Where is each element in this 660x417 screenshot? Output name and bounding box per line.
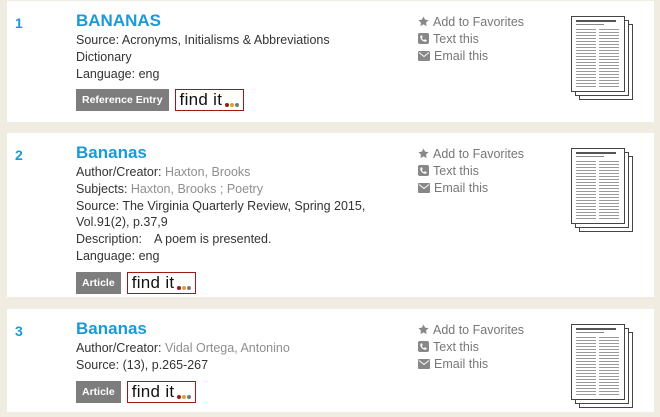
result-title-link[interactable]: BANANAS — [76, 11, 406, 31]
result-badges: Article find it — [76, 271, 406, 295]
author-link[interactable]: Vidal Ortega, Antonino — [165, 341, 290, 355]
envelope-icon — [418, 358, 430, 369]
resource-type-badge: Article — [76, 271, 121, 294]
author-link[interactable]: Haxton, Brooks — [165, 165, 250, 179]
email-this-label: Email this — [434, 356, 489, 371]
find-it-dots-icon — [176, 276, 192, 290]
phone-icon — [418, 33, 429, 44]
subjects-line: Subjects: Haxton, Brooks ; Poetry — [76, 181, 406, 198]
description-line: Description: A poem is presented. — [76, 231, 406, 248]
email-this-label: Email this — [434, 180, 489, 195]
source-line: Source: Acronyms, Initialisms & Abbrevia… — [76, 32, 406, 49]
find-it-button[interactable]: find it — [174, 89, 245, 112]
language-value: eng — [138, 248, 160, 263]
find-it-label: find it — [179, 90, 223, 110]
author-label: Author/Creator: — [76, 341, 162, 355]
text-this-label: Text this — [433, 163, 479, 178]
language-value: eng — [138, 66, 160, 81]
add-to-favorites-label: Add to Favorites — [433, 14, 525, 29]
resource-type-badge: Reference Entry — [76, 89, 169, 112]
result-card: 3 Bananas Author/Creator: Vidal Ortega, … — [7, 309, 654, 412]
text-this-link[interactable]: Text this — [418, 338, 524, 355]
source-line: Source: The Virginia Quarterly Review, S… — [76, 198, 406, 215]
add-to-favorites-label: Add to Favorites — [433, 146, 525, 161]
document-thumbnail-icon[interactable] — [571, 16, 633, 100]
text-this-label: Text this — [433, 31, 479, 46]
find-it-label: find it — [131, 272, 175, 292]
email-this-link[interactable]: Email this — [418, 355, 524, 372]
add-to-favorites-link[interactable]: Add to Favorites — [418, 321, 524, 338]
author-line: Author/Creator: Haxton, Brooks — [76, 164, 406, 181]
document-thumbnail-icon[interactable] — [571, 324, 633, 408]
find-it-button[interactable]: find it — [126, 380, 197, 403]
description-label: Description: — [76, 232, 142, 247]
star-icon — [418, 148, 429, 159]
subject-separator: ; — [219, 181, 224, 196]
source-line: Source: (13), p.265-267 — [76, 357, 406, 374]
phone-icon — [418, 165, 429, 176]
star-icon — [418, 324, 429, 335]
result-details: BANANAS Source: Acronyms, Initialisms & … — [76, 11, 406, 112]
author-label: Author/Creator: — [76, 165, 162, 179]
add-to-favorites-link[interactable]: Add to Favorites — [418, 13, 524, 30]
source-value: Acronyms, Initialisms & Abbreviations — [121, 33, 330, 47]
source-label: Source: — [76, 357, 120, 372]
result-actions: Add to Favorites Text this Email this — [418, 13, 524, 64]
find-it-dots-icon — [224, 93, 240, 108]
phone-icon — [418, 341, 429, 352]
document-thumbnail-icon[interactable] — [571, 148, 633, 232]
result-details: Bananas Author/Creator: Haxton, Brooks S… — [76, 143, 406, 295]
result-number: 1 — [15, 15, 23, 31]
result-badges: Reference Entry find it — [76, 88, 406, 112]
language-label: Language: — [76, 248, 136, 263]
source-value: The Virginia Quarterly Review, Spring 20… — [122, 198, 366, 213]
result-details: Bananas Author/Creator: Vidal Ortega, An… — [76, 319, 406, 404]
find-it-label: find it — [131, 381, 175, 401]
source-line-continued: Vol.91(2), p.37,9 — [76, 215, 168, 230]
result-card: 1 BANANAS Source: Acronyms, Initialisms … — [7, 1, 654, 122]
text-this-link[interactable]: Text this — [418, 162, 524, 179]
source-label: Source: — [76, 198, 120, 213]
source-label: Source: — [76, 33, 120, 47]
envelope-icon — [418, 182, 430, 193]
subject-link[interactable]: Haxton, Brooks — [131, 182, 216, 196]
result-badges: Article find it — [76, 380, 406, 404]
add-to-favorites-link[interactable]: Add to Favorites — [418, 145, 524, 162]
source-value: (13), p.265-267 — [122, 357, 209, 372]
language-line: Language: eng — [76, 66, 406, 83]
star-icon — [418, 16, 429, 27]
subjects-label: Subjects: — [76, 181, 128, 196]
result-title-link[interactable]: Bananas — [76, 319, 406, 339]
result-number: 2 — [15, 147, 23, 163]
resource-type-badge: Article — [76, 380, 121, 403]
author-line: Author/Creator: Vidal Ortega, Antonino — [76, 340, 406, 357]
email-this-link[interactable]: Email this — [418, 47, 524, 64]
language-line: Language: eng — [76, 248, 406, 265]
source-line-continued: Dictionary — [76, 49, 132, 64]
find-it-button[interactable]: find it — [126, 271, 197, 294]
text-this-label: Text this — [433, 339, 479, 354]
envelope-icon — [418, 50, 430, 61]
result-actions: Add to Favorites Text this Email this — [418, 321, 524, 372]
email-this-label: Email this — [434, 48, 489, 63]
language-label: Language: — [76, 66, 136, 81]
email-this-link[interactable]: Email this — [418, 179, 524, 196]
result-actions: Add to Favorites Text this Email this — [418, 145, 524, 196]
add-to-favorites-label: Add to Favorites — [433, 322, 525, 337]
description-value: A poem is presented. — [154, 232, 272, 247]
result-title-link[interactable]: Bananas — [76, 143, 406, 163]
result-card: 2 Bananas Author/Creator: Haxton, Brooks… — [7, 133, 654, 297]
result-number: 3 — [15, 323, 23, 339]
subject-link[interactable]: Poetry — [227, 182, 263, 196]
text-this-link[interactable]: Text this — [418, 30, 524, 47]
find-it-dots-icon — [176, 385, 192, 399]
